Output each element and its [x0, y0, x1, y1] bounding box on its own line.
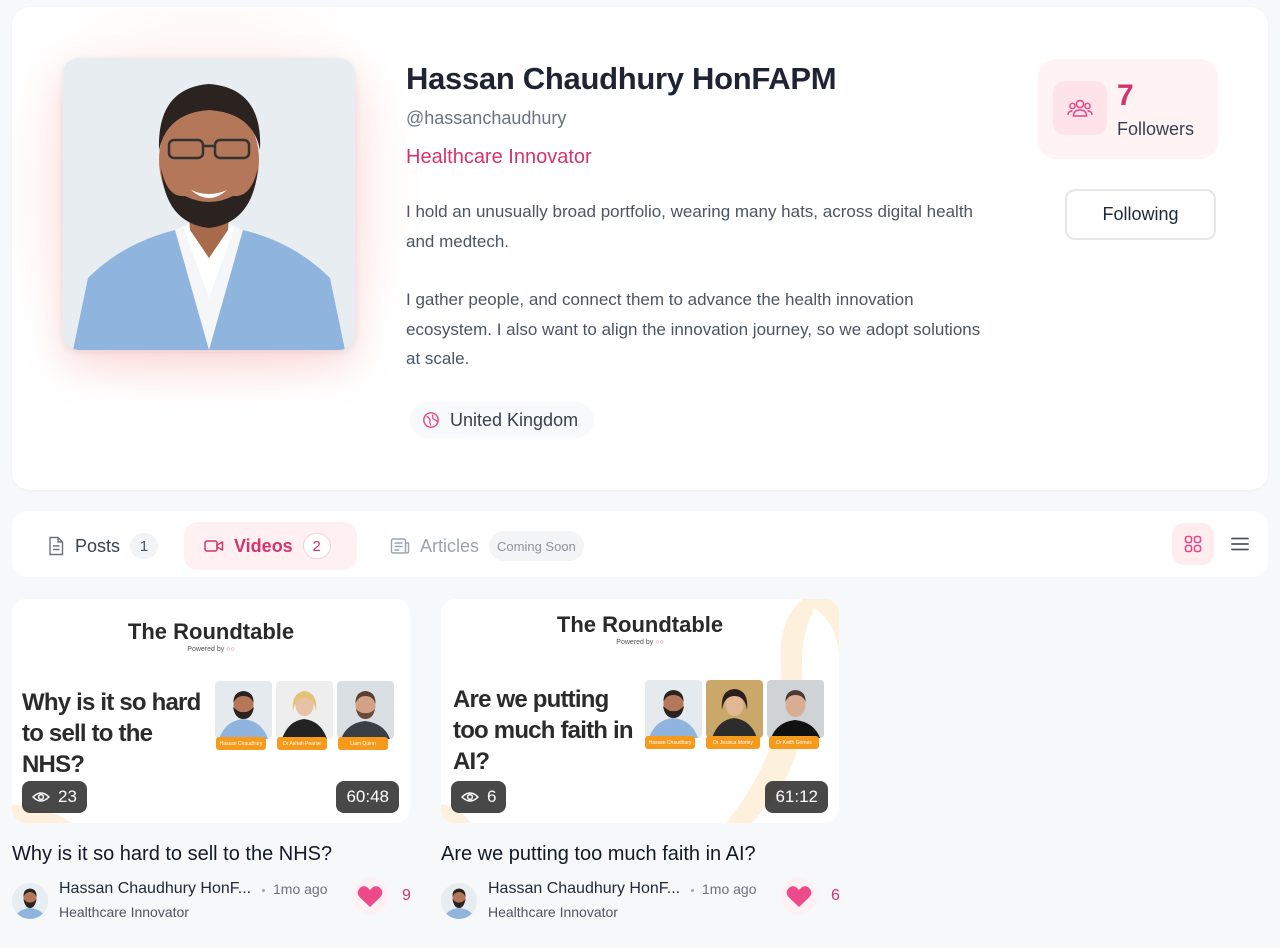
tab-label: Articles	[420, 535, 480, 556]
video-card[interactable]: The Roundtable Powered by ○○ Are we putt…	[441, 599, 840, 930]
video-title[interactable]: Why is it so hard to sell to the NHS?	[12, 843, 410, 866]
guest-photo	[706, 680, 763, 738]
avatar[interactable]	[12, 883, 48, 919]
profile-handle: @hassanchaudhury	[406, 108, 567, 128]
eye-icon	[461, 792, 479, 802]
avatar[interactable]	[441, 883, 477, 919]
duration-badge: 61:12	[765, 781, 828, 813]
coming-soon-badge: Coming Soon	[489, 531, 584, 561]
profile-headline: Healthcare Innovator	[406, 146, 592, 168]
tab-posts[interactable]: Posts 1	[27, 522, 178, 570]
video-meta: Hassan Chaudhury HonF... Healthcare Inno…	[12, 878, 411, 930]
tab-count: 2	[302, 533, 331, 559]
video-thumbnail[interactable]: The Roundtable Powered by ○○ Are we putt…	[441, 599, 839, 823]
eye-icon	[32, 792, 50, 802]
like-count: 6	[831, 887, 840, 904]
grid-view-button[interactable]	[1172, 523, 1214, 565]
views-badge: 6	[451, 781, 507, 813]
thumbnail-powered-by: Powered by ○○	[616, 639, 664, 646]
location-chip: United Kingdom	[410, 402, 595, 438]
followers-label: Followers	[1117, 119, 1195, 139]
guest-photo	[767, 680, 824, 738]
users-icon	[1053, 81, 1107, 135]
author-name[interactable]: Hassan Chaudhury HonF...	[488, 880, 680, 898]
tab-count: 1	[130, 533, 159, 559]
video-card[interactable]: The Roundtable Powered by ○○ Why is it s…	[12, 599, 411, 930]
followers-count: 7	[1117, 79, 1134, 112]
brand-logo-icon: ○○	[226, 646, 235, 653]
tab-label: Videos	[234, 535, 293, 556]
like-button[interactable]: 9	[352, 878, 411, 914]
guest-name-tag: Hassan Chaudhury	[645, 736, 695, 749]
profile-card: Hassan Chaudhury HonFAPM @hassanchaudhur…	[12, 7, 1268, 490]
post-time: 1mo ago	[273, 881, 328, 897]
thumbnail-show-title: The Roundtable	[127, 619, 295, 644]
tab-label: Posts	[75, 535, 121, 556]
guest-name-tag: Dr Ashah Pearse	[277, 737, 327, 750]
tab-videos[interactable]: Videos 2	[184, 522, 357, 570]
guest-name-tag: Dr Keith Grimes	[769, 736, 819, 749]
video-thumbnail[interactable]: The Roundtable Powered by ○○ Why is it s…	[12, 599, 410, 823]
author-headline: Healthcare Innovator	[59, 904, 189, 920]
guest-photo	[645, 680, 702, 738]
separator-dot	[691, 889, 694, 892]
profile-bio: I hold an unusually broad portfolio, wea…	[406, 197, 996, 374]
bio-paragraph: I gather people, and connect them to adv…	[406, 290, 981, 368]
like-count: 9	[402, 887, 411, 904]
tab-articles[interactable]: Articles Coming Soon	[370, 522, 604, 570]
bio-paragraph: I hold an unusually broad portfolio, wea…	[406, 202, 974, 251]
list-icon	[1231, 537, 1249, 551]
guest-photo	[337, 681, 394, 739]
profile-name: Hassan Chaudhury HonFAPM	[406, 61, 837, 96]
content-tabs: Posts 1 Videos 2 Articles Coming Soon	[12, 511, 1268, 577]
heart-icon	[781, 878, 817, 914]
guest-photo	[215, 681, 272, 739]
thumbnail-question: Why is it so hard to sell to the NHS?	[22, 689, 201, 778]
guest-name-tag: Hassan Chaudhury	[216, 737, 266, 750]
list-view-button[interactable]	[1224, 523, 1256, 565]
thumbnail-powered-by: Powered by ○○	[187, 646, 235, 653]
thumbnail-show-title: The Roundtable	[556, 612, 724, 637]
video-camera-icon	[204, 540, 224, 552]
views-badge: 23	[22, 781, 87, 813]
author-headline: Healthcare Innovator	[488, 904, 618, 920]
separator-dot	[262, 889, 265, 892]
post-time: 1mo ago	[702, 881, 757, 897]
heart-icon	[352, 878, 388, 914]
thumbnail-question: Are we putting too much faith in AI?	[453, 686, 634, 775]
brand-logo-icon: ○○	[655, 639, 664, 646]
views-count: 6	[487, 787, 497, 806]
author-name[interactable]: Hassan Chaudhury HonF...	[59, 880, 251, 898]
document-icon	[49, 536, 64, 556]
profile-photo-image	[63, 58, 355, 350]
views-count: 23	[58, 787, 77, 806]
followers-stat[interactable]: 7 Followers	[1038, 59, 1218, 159]
guest-name-tag: Dr Jessica Morley	[706, 736, 760, 749]
globe-icon	[423, 412, 439, 428]
grid-icon	[1184, 535, 1202, 553]
like-button[interactable]: 6	[781, 878, 840, 914]
guest-name-tag: Liam Quinn	[338, 737, 388, 750]
profile-photo	[63, 58, 355, 350]
newspaper-icon	[390, 538, 410, 554]
duration-badge: 60:48	[336, 781, 399, 813]
location-label: United Kingdom	[450, 409, 579, 430]
video-title[interactable]: Are we putting too much faith in AI?	[441, 843, 839, 866]
following-button[interactable]: Following	[1065, 189, 1216, 240]
video-meta: Hassan Chaudhury HonF... Healthcare Inno…	[441, 878, 840, 930]
guest-photo	[276, 681, 333, 739]
